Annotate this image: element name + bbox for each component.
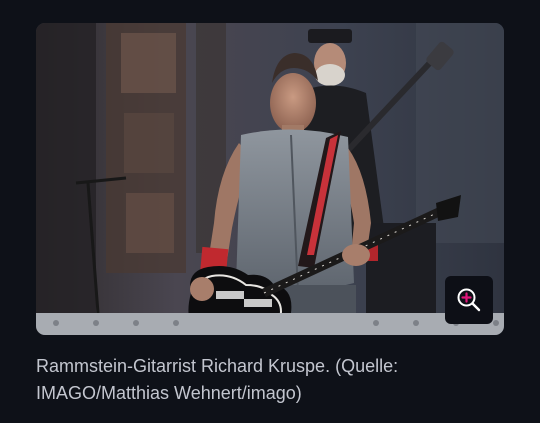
zoom-button[interactable] xyxy=(445,276,493,324)
article-image-block: Rammstein-Gitarrist Richard Kruspe. (Que… xyxy=(0,0,540,423)
zoom-in-icon xyxy=(457,288,481,312)
photo-frame[interactable] xyxy=(36,23,504,335)
image-caption: Rammstein-Gitarrist Richard Kruspe. (Que… xyxy=(36,356,399,403)
concert-photo xyxy=(36,23,504,335)
